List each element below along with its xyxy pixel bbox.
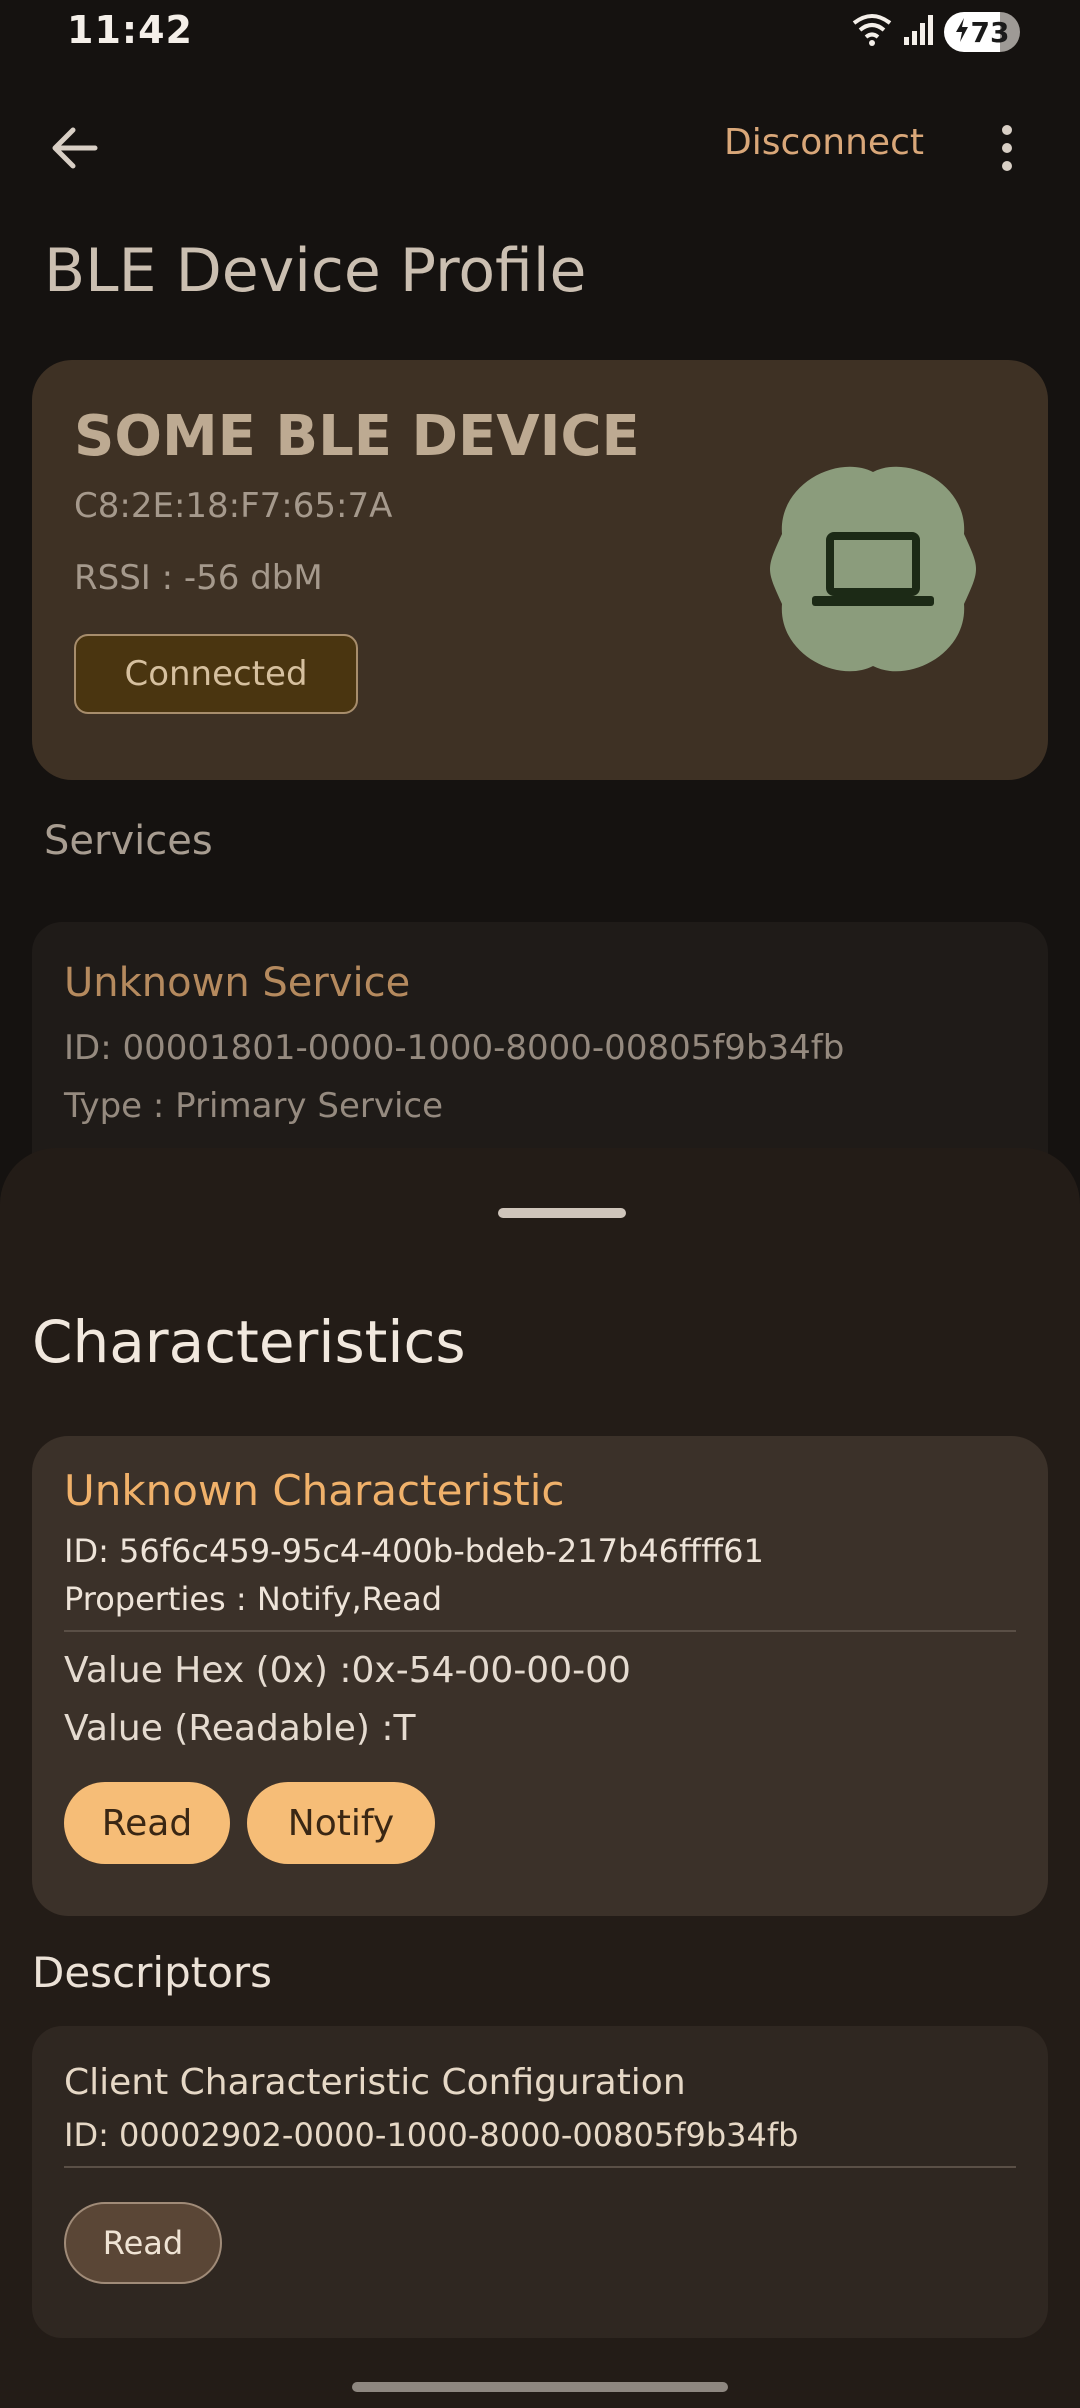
service-type: Type : Primary Service bbox=[64, 1086, 444, 1126]
signal-icon bbox=[902, 13, 934, 51]
divider bbox=[64, 1630, 1016, 1632]
wifi-icon bbox=[852, 13, 892, 51]
descriptors-heading: Descriptors bbox=[32, 1948, 273, 1997]
service-id: ID: 00001801-0000-1000-8000-00805f9b34fb bbox=[64, 1028, 845, 1068]
services-heading: Services bbox=[44, 818, 213, 864]
status-icons: 73 bbox=[852, 12, 1020, 52]
more-options-button[interactable] bbox=[982, 118, 1032, 182]
device-rssi: RSSI : -56 dbM bbox=[74, 558, 323, 598]
disconnect-button[interactable]: Disconnect bbox=[724, 122, 924, 163]
characteristic-value-hex: Value Hex (0x) :0x-54-00-00-00 bbox=[64, 1650, 631, 1691]
service-name: Unknown Service bbox=[64, 960, 411, 1006]
characteristic-id: ID: 56f6c459-95c4-400b-bdeb-217b46ffff61 bbox=[64, 1532, 764, 1570]
charging-icon bbox=[955, 16, 969, 49]
device-name: SOME BLE DEVICE bbox=[74, 404, 640, 469]
battery-indicator: 73 bbox=[944, 12, 1020, 52]
descriptor-id: ID: 00002902-0000-1000-8000-00805f9b34fb bbox=[64, 2116, 799, 2154]
characteristic-properties: Properties : Notify,Read bbox=[64, 1580, 443, 1618]
divider bbox=[64, 2166, 1016, 2168]
sheet-drag-handle[interactable] bbox=[498, 1208, 626, 1218]
device-mac-address: C8:2E:18:F7:65:7A bbox=[74, 486, 393, 526]
page-title: BLE Device Profile bbox=[44, 236, 587, 306]
arrow-back-icon bbox=[51, 126, 99, 174]
more-vert-icon bbox=[1000, 124, 1014, 176]
back-button[interactable] bbox=[40, 115, 110, 185]
device-avatar bbox=[768, 464, 978, 674]
characteristic-name: Unknown Characteristic bbox=[64, 1466, 565, 1515]
battery-level: 73 bbox=[970, 15, 1010, 49]
characteristic-value-readable: Value (Readable) :T bbox=[64, 1708, 416, 1749]
sheet-title: Characteristics bbox=[32, 1308, 466, 1376]
connection-status-chip: Connected bbox=[74, 634, 358, 714]
home-indicator[interactable] bbox=[352, 2382, 728, 2392]
read-button[interactable]: Read bbox=[64, 1782, 230, 1864]
descriptor-name: Client Characteristic Configuration bbox=[64, 2062, 686, 2103]
notify-button[interactable]: Notify bbox=[247, 1782, 435, 1864]
status-time: 11:42 bbox=[67, 8, 193, 52]
descriptor-read-button[interactable]: Read bbox=[64, 2202, 222, 2284]
